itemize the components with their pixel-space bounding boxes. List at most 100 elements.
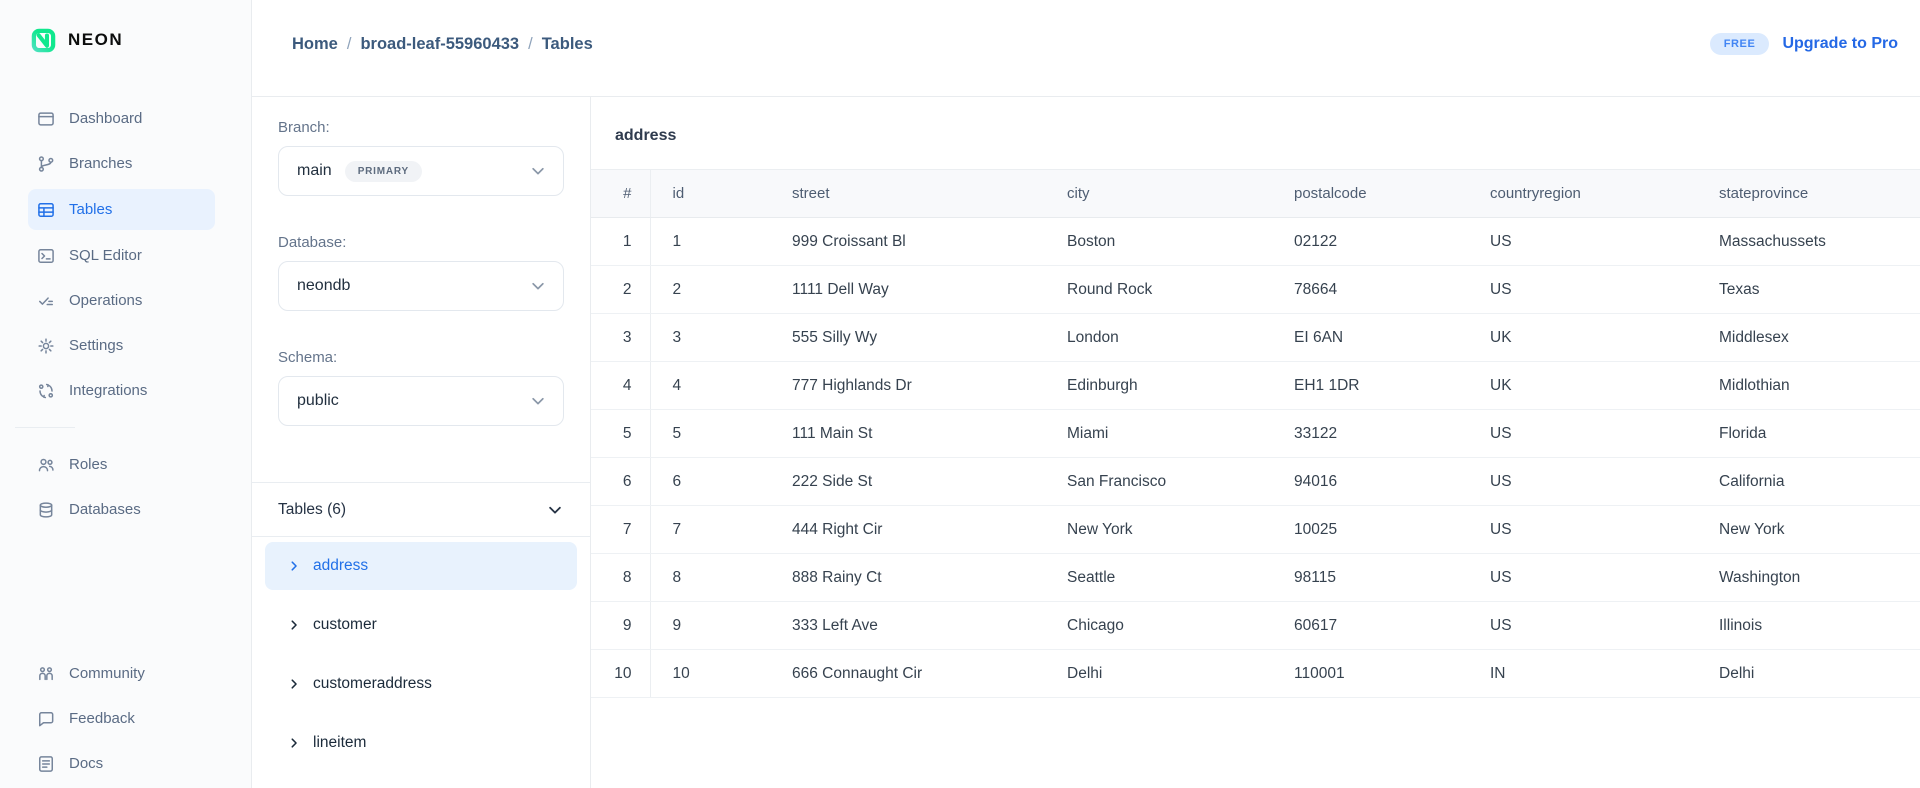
sidebar-item-integrations[interactable]: Integrations	[28, 368, 215, 413]
tables-list-item-lineitem[interactable]: lineitem	[265, 719, 577, 767]
table-item-label: lineitem	[313, 734, 366, 752]
table-cell: 888 Rainy Ct	[770, 554, 1045, 602]
plan-area: FREE Upgrade to Pro	[1710, 33, 1898, 55]
sidebar-item-sql-editor[interactable]: SQL Editor	[28, 233, 215, 278]
table-row: 88888 Rainy CtSeattle98115USWashington	[591, 554, 1920, 602]
top-bar: Home / broad-leaf-55960433 / Tables FREE…	[252, 0, 1920, 97]
sidebar-item-branches[interactable]: Branches	[28, 141, 215, 186]
brand-wordmark: NEON	[68, 30, 123, 50]
sidebar-item-docs[interactable]: Docs	[28, 741, 215, 786]
column-header-countryregion: countryregion	[1468, 170, 1697, 218]
tables-icon	[36, 200, 56, 220]
integrations-icon	[36, 381, 56, 401]
table-row: 11999 Croissant BlBoston02122USMassachus…	[591, 218, 1920, 266]
breadcrumb-home[interactable]: Home	[292, 35, 338, 54]
sidebar-item-community[interactable]: Community	[28, 651, 215, 696]
dashboard-icon	[36, 109, 56, 129]
table-cell: US	[1468, 410, 1697, 458]
table-cell: New York	[1697, 506, 1920, 554]
table-cell: Round Rock	[1045, 266, 1272, 314]
table-cell: Miami	[1045, 410, 1272, 458]
table-cell: 10	[650, 650, 770, 698]
table-row: 44777 Highlands DrEdinburghEH1 1DRUKMidl…	[591, 362, 1920, 410]
table-cell: IN	[1468, 650, 1697, 698]
table-cell: 33122	[1272, 410, 1468, 458]
breadcrumb: Home / broad-leaf-55960433 / Tables	[292, 35, 593, 54]
schema-label: Schema:	[278, 349, 564, 366]
table-cell: 5	[650, 410, 770, 458]
table-cell: Illinois	[1697, 602, 1920, 650]
brand-logo-row[interactable]: NEON	[0, 22, 251, 58]
table-cell: Seattle	[1045, 554, 1272, 602]
sidebar-item-tables[interactable]: Tables	[28, 189, 215, 230]
sidebar-item-roles[interactable]: Roles	[28, 442, 215, 487]
databases-icon	[36, 500, 56, 520]
table-cell: Delhi	[1697, 650, 1920, 698]
tables-list-item-address[interactable]: address	[265, 542, 577, 590]
table-cell: 444 Right Cir	[770, 506, 1045, 554]
sidebar-item-label: SQL Editor	[69, 247, 142, 264]
column-header-row-number: #	[591, 170, 650, 218]
table-cell: New York	[1045, 506, 1272, 554]
table-cell: 8	[650, 554, 770, 602]
table-cell: 10	[591, 650, 650, 698]
table-cell: 3	[650, 314, 770, 362]
chev-right-icon	[287, 559, 301, 573]
plan-badge: FREE	[1710, 33, 1770, 55]
chevron-down-icon	[529, 392, 547, 410]
table-row: 66222 Side StSan Francisco94016USCalifor…	[591, 458, 1920, 506]
upgrade-to-pro-link[interactable]: Upgrade to Pro	[1782, 35, 1898, 53]
table-cell: 1	[591, 218, 650, 266]
tables-count-label: Tables (6)	[278, 501, 346, 519]
tables-list-item-customer[interactable]: customer	[265, 601, 577, 649]
sidebar-item-label: Branches	[69, 155, 132, 172]
chevron-down-icon	[546, 501, 564, 519]
table-cell: 9	[650, 602, 770, 650]
table-cell: 6	[591, 458, 650, 506]
table-row: 1010666 Connaught CirDelhi110001INDelhi	[591, 650, 1920, 698]
table-cell: 555 Silly Wy	[770, 314, 1045, 362]
table-cell: US	[1468, 602, 1697, 650]
column-header-city: city	[1045, 170, 1272, 218]
table-cell: Texas	[1697, 266, 1920, 314]
branch-select[interactable]: main PRIMARY	[278, 146, 564, 196]
schema-select[interactable]: public	[278, 376, 564, 426]
tables-section-header[interactable]: Tables (6)	[252, 482, 590, 537]
breadcrumb-separator: /	[528, 35, 533, 54]
table-cell: 3	[591, 314, 650, 362]
sidebar-nav-secondary: RolesDatabases	[0, 442, 251, 532]
sidebar-item-settings[interactable]: Settings	[28, 323, 215, 368]
sql-editor-icon	[36, 246, 56, 266]
sidebar-item-label: Operations	[69, 292, 142, 309]
sidebar-item-feedback[interactable]: Feedback	[28, 696, 215, 741]
table-row: 99333 Left AveChicago60617USIllinois	[591, 602, 1920, 650]
sidebar-item-label: Dashboard	[69, 110, 142, 127]
table-item-label: customer	[313, 616, 377, 634]
sidebar-item-databases[interactable]: Databases	[28, 487, 215, 532]
roles-icon	[36, 455, 56, 475]
sidebar-item-dashboard[interactable]: Dashboard	[28, 96, 215, 141]
table-cell: 78664	[1272, 266, 1468, 314]
table-cell: 94016	[1272, 458, 1468, 506]
table-cell: 110001	[1272, 650, 1468, 698]
table-row: 221111 Dell WayRound Rock78664USTexas	[591, 266, 1920, 314]
tables-list-item-customeraddress[interactable]: customeraddress	[265, 660, 577, 708]
branch-value: main	[297, 162, 332, 180]
table-cell: California	[1697, 458, 1920, 506]
column-header-street: street	[770, 170, 1045, 218]
table-cell: 02122	[1272, 218, 1468, 266]
table-cell: 4	[591, 362, 650, 410]
database-select[interactable]: neondb	[278, 261, 564, 311]
branch-label: Branch:	[278, 119, 564, 136]
table-cell: EH1 1DR	[1272, 362, 1468, 410]
table-item-label: customeraddress	[313, 675, 432, 693]
feedback-icon	[36, 709, 56, 729]
sidebar-item-operations[interactable]: Operations	[28, 278, 215, 323]
table-cell: 9	[591, 602, 650, 650]
table-cell: Washington	[1697, 554, 1920, 602]
database-browser-panel: Branch: main PRIMARY Database: neondb	[252, 97, 591, 788]
sidebar-divider	[15, 427, 75, 428]
branches-icon	[36, 154, 56, 174]
column-header-id: id	[650, 170, 770, 218]
breadcrumb-project[interactable]: broad-leaf-55960433	[360, 35, 519, 54]
